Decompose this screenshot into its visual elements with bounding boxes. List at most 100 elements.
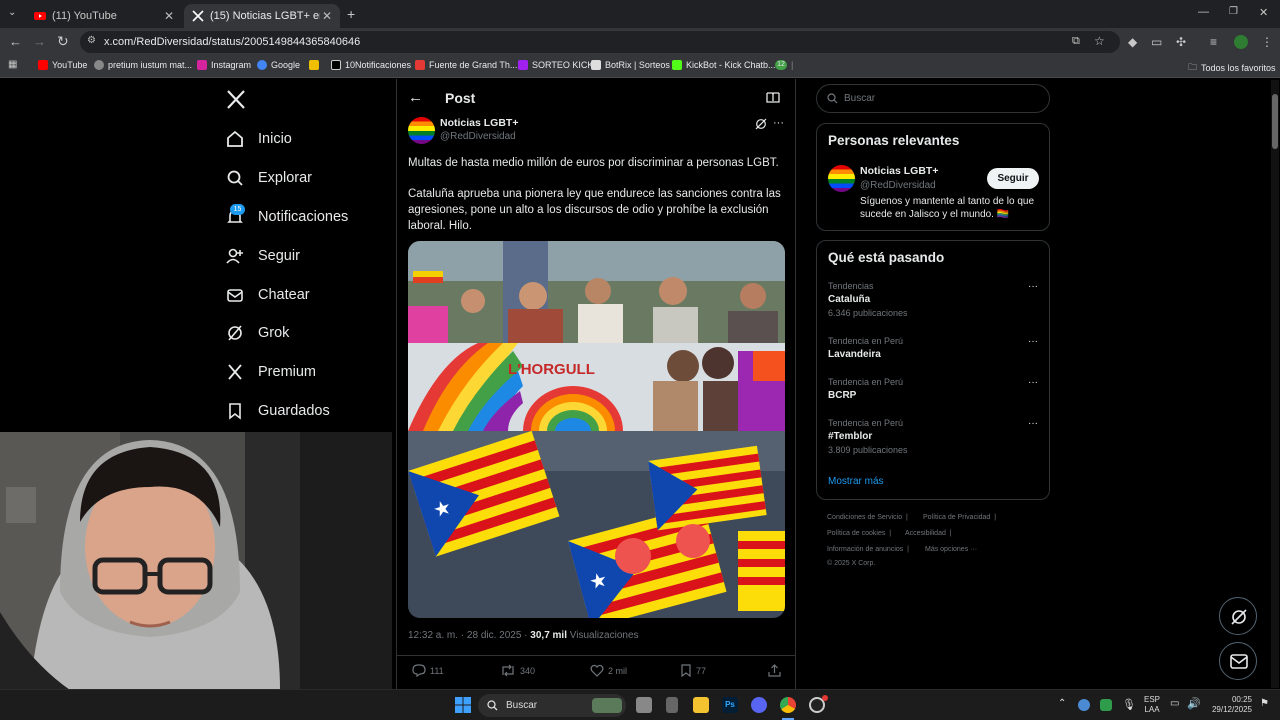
bookmark-instagram[interactable]: Instagram: [197, 60, 251, 70]
photoshop-icon[interactable]: Ps: [722, 697, 738, 713]
onedrive-icon[interactable]: [1078, 699, 1090, 711]
author-handle[interactable]: @RedDiversidad: [440, 131, 516, 142]
reader-icon[interactable]: [766, 92, 780, 104]
chevron-up-icon[interactable]: ⌃: [1058, 698, 1066, 709]
nav-seguir[interactable]: Seguir: [226, 245, 300, 267]
nav-grok[interactable]: Grok: [226, 322, 289, 344]
messages-float-button[interactable]: [1219, 642, 1257, 680]
windows-start-icon[interactable]: [455, 697, 471, 713]
footer-link-cookies[interactable]: Política de cookies |: [827, 530, 891, 537]
footer-link-privacy[interactable]: Política de Privacidad |: [923, 514, 996, 521]
scrollbar-thumb[interactable]: [1272, 94, 1278, 149]
more-options-icon[interactable]: ···: [1028, 336, 1038, 347]
footer-link-more[interactable]: Más opciones ···: [925, 546, 977, 553]
task-view-icon[interactable]: [636, 697, 652, 713]
like-button[interactable]: 2 mil: [590, 664, 627, 677]
trend-item[interactable]: Tendencia en Perú BCRP ···: [828, 377, 1038, 401]
repost-button[interactable]: 340: [500, 664, 535, 677]
back-arrow-icon[interactable]: ←: [408, 89, 423, 106]
star-icon[interactable]: ☆: [1094, 34, 1105, 48]
grok-icon[interactable]: [755, 118, 767, 130]
footer-link-accessibility[interactable]: Accesibilidad |: [905, 530, 952, 537]
close-icon[interactable]: ✕: [322, 9, 332, 23]
trend-item[interactable]: Tendencias Cataluña 6.346 publicaciones …: [828, 281, 1038, 318]
reply-button[interactable]: 111: [412, 664, 444, 677]
close-icon[interactable]: ✕: [164, 9, 174, 23]
share-icon[interactable]: [768, 664, 781, 677]
puzzle-icon[interactable]: ✣: [1176, 35, 1186, 49]
grok-float-button[interactable]: [1219, 597, 1257, 635]
post-time[interactable]: 12:32 a. m. · 28 dic. 2025 ·: [408, 630, 528, 641]
language-indicator[interactable]: ESP LAA: [1144, 695, 1160, 715]
notification-center-icon[interactable]: ⚑: [1260, 698, 1269, 709]
bookmark-star[interactable]: [309, 60, 323, 70]
scrollbar[interactable]: [1271, 80, 1279, 688]
network-icon[interactable]: ▭: [1170, 698, 1179, 709]
tab-youtube[interactable]: (11) YouTube ✕: [26, 4, 182, 28]
footer-link-ads[interactable]: Información de anuncios |: [827, 546, 909, 553]
more-options-icon[interactable]: ···: [1028, 418, 1038, 429]
nav-premium[interactable]: Premium: [226, 361, 316, 383]
bookmark-botrix[interactable]: BotRix | Sorteos: [591, 60, 670, 70]
footer-link-terms[interactable]: Condiciones de Servicio |: [827, 514, 908, 521]
bookmark-sorteo-kick[interactable]: SORTEO KICK: [518, 60, 593, 70]
profile-avatar[interactable]: [1234, 35, 1248, 49]
author-avatar[interactable]: [408, 117, 435, 144]
bookmark-pretium[interactable]: pretium iustum mat...: [94, 60, 192, 70]
banner-text: L'HORGULL: [508, 361, 595, 378]
address-bar[interactable]: ⚙ x.com/RedDiversidad/status/20051498443…: [80, 31, 1120, 53]
x-logo-icon: [192, 10, 204, 22]
tab-x-post[interactable]: (15) Noticias LGBT+ en X: "Mult ✕: [184, 4, 340, 28]
widgets-icon[interactable]: [666, 697, 678, 713]
relevant-handle[interactable]: @RedDiversidad: [860, 180, 936, 191]
back-icon[interactable]: ←: [9, 34, 22, 49]
nav-guardados[interactable]: Guardados: [226, 400, 330, 422]
wallet-icon[interactable]: ▭: [1151, 35, 1162, 49]
maximize-icon[interactable]: ❐: [1229, 6, 1238, 17]
bookmark-kickbot[interactable]: KickBot - Kick Chatb...: [672, 60, 776, 70]
more-options-icon[interactable]: ···: [1028, 281, 1038, 292]
taskbar-search[interactable]: Buscar: [478, 694, 626, 717]
tab-list-icon[interactable]: ⌄: [8, 7, 16, 18]
bookmark-button[interactable]: 77: [680, 664, 706, 677]
x-logo-icon[interactable]: [226, 90, 246, 109]
extension-icon[interactable]: ◆: [1128, 35, 1137, 49]
more-options-icon[interactable]: ···: [773, 117, 784, 129]
volume-icon[interactable]: 🔊: [1187, 697, 1201, 710]
bookmark-12[interactable]: 12 |: [775, 60, 793, 70]
follow-button[interactable]: Seguir: [987, 168, 1039, 189]
minimize-icon[interactable]: —: [1198, 6, 1209, 18]
nav-chatear[interactable]: Chatear: [226, 284, 310, 306]
nav-explorar[interactable]: Explorar: [226, 167, 312, 189]
security-icon[interactable]: [1100, 699, 1112, 711]
media-icon[interactable]: ≡: [1210, 35, 1217, 49]
site-info-icon[interactable]: ⚙: [87, 35, 96, 46]
microphone-icon[interactable]: 🎙: [1122, 698, 1136, 711]
reload-icon[interactable]: ↻: [57, 33, 69, 50]
file-explorer-icon[interactable]: [693, 697, 709, 713]
show-more-link[interactable]: Mostrar más: [828, 476, 884, 487]
install-icon[interactable]: ⧉: [1072, 35, 1080, 48]
menu-icon[interactable]: ⋮: [1261, 35, 1273, 49]
clock[interactable]: 00:25 29/12/2025: [1206, 695, 1252, 715]
bookmark-google[interactable]: Google: [257, 60, 300, 70]
forward-icon[interactable]: →: [33, 34, 46, 49]
discord-icon[interactable]: [751, 697, 767, 713]
relevant-avatar[interactable]: [828, 165, 855, 192]
all-bookmarks[interactable]: 🗀 Todos los favoritos: [1188, 60, 1276, 76]
author-name[interactable]: Noticias LGBT+: [440, 117, 518, 129]
relevant-name[interactable]: Noticias LGBT+: [860, 165, 938, 177]
nav-inicio[interactable]: Inicio: [226, 128, 292, 150]
window-close-icon[interactable]: ✕: [1259, 6, 1268, 19]
bookmark-10notificaciones[interactable]: 10Notificaciones: [331, 60, 411, 70]
bookmark-youtube[interactable]: YouTube: [38, 60, 87, 70]
bookmark-fuente[interactable]: Fuente de Grand Th...: [415, 60, 517, 70]
trend-item[interactable]: Tendencia en Perú #Temblor 3.809 publica…: [828, 418, 1038, 455]
more-options-icon[interactable]: ···: [1028, 377, 1038, 388]
apps-icon[interactable]: ▦: [8, 59, 17, 70]
new-tab-icon[interactable]: +: [347, 6, 355, 22]
chrome-icon[interactable]: [780, 697, 796, 713]
search-box[interactable]: Buscar: [816, 84, 1050, 113]
trend-item[interactable]: Tendencia en Perú Lavandeira ···: [828, 336, 1038, 360]
post-image[interactable]: L'HORGULL ★ ★: [408, 241, 785, 618]
